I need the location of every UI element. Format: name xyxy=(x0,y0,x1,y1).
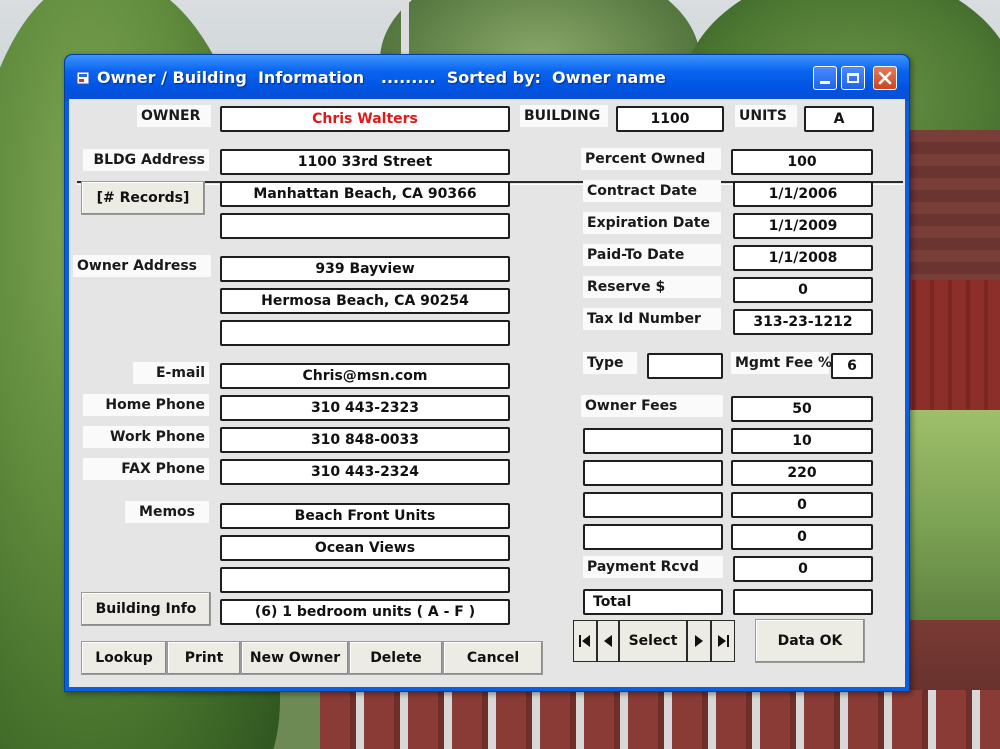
form-body: OWNER Chris Walters BUILDING 1100 UNITS … xyxy=(69,99,905,687)
work-phone-field[interactable]: 310 848-0033 xyxy=(220,427,510,453)
units-label: UNITS xyxy=(735,105,797,127)
owner-fee-value-2[interactable]: 10 xyxy=(731,428,873,454)
close-button[interactable] xyxy=(873,66,897,90)
units-field[interactable]: A xyxy=(804,106,874,132)
records-button[interactable]: [# Records] xyxy=(81,181,205,215)
home-phone-label: Home Phone xyxy=(83,394,209,416)
bldg-address-line-1[interactable]: 1100 33rd Street xyxy=(220,149,510,175)
owner-fee-value-5[interactable]: 0 xyxy=(731,524,873,550)
work-phone-label: Work Phone xyxy=(83,426,209,448)
email-field[interactable]: Chris@msn.com xyxy=(220,363,510,389)
expiration-date-field[interactable]: 1/1/2009 xyxy=(733,213,873,239)
prev-record-button[interactable] xyxy=(597,620,619,662)
tax-id-field[interactable]: 313-23-1212 xyxy=(733,309,873,335)
barn-reflection xyxy=(320,690,1000,749)
maximize-button[interactable] xyxy=(841,66,865,90)
app-icon xyxy=(76,71,90,85)
prev-record-icon xyxy=(604,635,612,647)
bldg-address-label: BLDG Address xyxy=(83,149,209,171)
minimize-button[interactable] xyxy=(813,66,837,90)
email-label: E-mail xyxy=(133,362,209,384)
tax-id-label: Tax Id Number xyxy=(583,308,721,330)
type-label: Type xyxy=(583,352,637,374)
close-icon xyxy=(878,71,892,85)
owner-fee-label-5[interactable] xyxy=(583,524,723,550)
last-record-button[interactable] xyxy=(711,620,735,662)
owner-address-label: Owner Address xyxy=(73,255,211,277)
memo-line-3[interactable] xyxy=(220,567,510,593)
building-label: BUILDING xyxy=(520,105,608,127)
owner-label: OWNER xyxy=(137,105,211,127)
building-info-field[interactable]: (6) 1 bedroom units ( A - F ) xyxy=(220,599,510,625)
building-field[interactable]: 1100 xyxy=(616,106,724,132)
owner-fees-label: Owner Fees xyxy=(581,395,723,417)
next-record-icon xyxy=(695,635,703,647)
total-label: Total xyxy=(583,589,723,615)
mgmt-fee-label: Mgmt Fee % xyxy=(731,352,832,374)
type-field[interactable] xyxy=(647,353,723,379)
mgmt-fee-field[interactable]: 6 xyxy=(831,353,873,379)
delete-button[interactable]: Delete xyxy=(349,641,443,675)
owner-address-line-1[interactable]: 939 Bayview xyxy=(220,256,510,282)
home-phone-field[interactable]: 310 443-2323 xyxy=(220,395,510,421)
fax-phone-field[interactable]: 310 443-2324 xyxy=(220,459,510,485)
owner-fee-value-3[interactable]: 220 xyxy=(731,460,873,486)
owner-building-window: Owner / Building Information ......... S… xyxy=(64,54,910,692)
select-button[interactable]: Select xyxy=(619,620,687,662)
owner-fee-label-2[interactable] xyxy=(583,428,723,454)
window-title: Owner / Building Information ......... S… xyxy=(97,68,666,87)
new-owner-button[interactable]: New Owner xyxy=(241,641,349,675)
paid-to-date-label: Paid-To Date xyxy=(583,244,721,266)
first-record-icon xyxy=(579,635,590,647)
memo-line-2[interactable]: Ocean Views xyxy=(220,535,510,561)
owner-field[interactable]: Chris Walters xyxy=(220,106,510,132)
building-info-button[interactable]: Building Info xyxy=(81,592,211,626)
owner-fee-value-4[interactable]: 0 xyxy=(731,492,873,518)
pole xyxy=(401,0,409,60)
cancel-button[interactable]: Cancel xyxy=(443,641,543,675)
owner-fee-value-1[interactable]: 50 xyxy=(731,396,873,422)
print-button[interactable]: Print xyxy=(167,641,241,675)
memos-label: Memos xyxy=(125,501,209,523)
bldg-address-line-3[interactable] xyxy=(220,213,510,239)
next-record-button[interactable] xyxy=(687,620,711,662)
expiration-date-label: Expiration Date xyxy=(583,212,721,234)
paid-to-date-field[interactable]: 1/1/2008 xyxy=(733,245,873,271)
contract-date-label: Contract Date xyxy=(583,180,721,202)
first-record-button[interactable] xyxy=(573,620,597,662)
owner-address-line-3[interactable] xyxy=(220,320,510,346)
payment-rcvd-label: Payment Rcvd xyxy=(583,556,723,578)
payment-rcvd-field[interactable]: 0 xyxy=(733,556,873,582)
contract-date-field[interactable]: 1/1/2006 xyxy=(733,181,873,207)
memo-line-1[interactable]: Beach Front Units xyxy=(220,503,510,529)
percent-owned-field[interactable]: 100 xyxy=(731,149,873,175)
owner-fee-label-3[interactable] xyxy=(583,460,723,486)
fax-phone-label: FAX Phone xyxy=(83,458,209,480)
owner-fee-label-4[interactable] xyxy=(583,492,723,518)
last-record-icon xyxy=(718,635,729,647)
data-ok-button[interactable]: Data OK xyxy=(755,619,865,663)
percent-owned-label: Percent Owned xyxy=(581,148,721,170)
reserve-label: Reserve $ xyxy=(583,276,721,298)
bldg-address-line-2[interactable]: Manhattan Beach, CA 90366 xyxy=(220,181,510,207)
owner-address-line-2[interactable]: Hermosa Beach, CA 90254 xyxy=(220,288,510,314)
lookup-button[interactable]: Lookup xyxy=(81,641,167,675)
total-field[interactable] xyxy=(733,589,873,615)
reserve-field[interactable]: 0 xyxy=(733,277,873,303)
title-bar[interactable]: Owner / Building Information ......... S… xyxy=(65,55,909,101)
